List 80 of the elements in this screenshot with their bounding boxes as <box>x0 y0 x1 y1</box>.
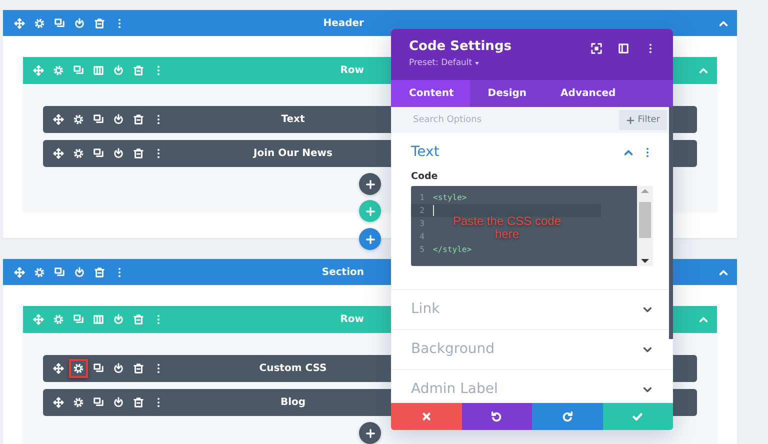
trash-icon[interactable] <box>133 363 144 374</box>
group-title[interactable]: Text <box>411 144 623 161</box>
copy-icon[interactable] <box>93 397 104 408</box>
power-icon[interactable] <box>74 266 85 278</box>
tab[interactable]: Content <box>391 80 470 107</box>
settings-icon[interactable] <box>73 363 84 374</box>
trash-icon[interactable] <box>94 18 105 28</box>
row-title: Row <box>340 65 364 76</box>
settings-icon[interactable] <box>34 18 45 28</box>
copy-icon[interactable] <box>93 148 104 159</box>
line-number: 2 <box>418 206 426 215</box>
move-icon[interactable] <box>53 363 64 374</box>
settings-icon[interactable] <box>73 148 84 159</box>
row-title: Row <box>340 314 364 325</box>
settings-icon[interactable] <box>34 266 45 278</box>
check-icon[interactable] <box>632 411 644 422</box>
columns-icon[interactable] <box>93 65 104 76</box>
panel-icon[interactable] <box>618 43 629 54</box>
field-label: Code <box>411 171 439 182</box>
power-icon[interactable] <box>74 18 85 28</box>
move-icon[interactable] <box>53 397 64 408</box>
filter-button[interactable]: Filter <box>618 110 667 130</box>
line-number: 5 <box>418 245 426 254</box>
move-icon[interactable] <box>53 114 64 125</box>
move-icon[interactable] <box>14 266 25 278</box>
trash-icon[interactable] <box>94 266 105 278</box>
tab[interactable]: Advanced <box>542 80 632 107</box>
copy-icon[interactable] <box>93 114 104 125</box>
module-title: Text <box>281 114 305 125</box>
group-title[interactable]: Link <box>411 301 642 318</box>
copy-icon[interactable] <box>93 363 104 374</box>
preset-dropdown[interactable]: Preset: Default <box>409 58 591 68</box>
add-section-button[interactable] <box>359 228 381 250</box>
power-icon[interactable] <box>113 363 124 374</box>
settings-icon[interactable] <box>73 114 84 125</box>
module-title: Blog <box>280 397 306 408</box>
add-module-button[interactable] <box>359 173 381 195</box>
power-icon[interactable] <box>113 397 124 408</box>
module-title: Custom CSS <box>259 363 327 374</box>
settings-icon[interactable] <box>73 397 84 408</box>
close-icon[interactable] <box>420 411 432 422</box>
chevron-up-icon[interactable] <box>698 314 709 325</box>
line-number: 3 <box>418 219 426 228</box>
scrollbar[interactable] <box>637 186 653 266</box>
tab[interactable]: Design <box>470 80 543 107</box>
chevron-up-icon[interactable] <box>623 147 634 158</box>
move-icon[interactable] <box>53 148 64 159</box>
module-title: Join Our News <box>254 148 332 159</box>
expand-icon[interactable] <box>591 43 602 54</box>
trash-icon[interactable] <box>133 114 144 125</box>
plus-icon[interactable] <box>626 116 635 124</box>
redo-icon[interactable] <box>562 411 573 422</box>
code-editor[interactable]: 1 <style> 2 Paste the CSS code here 3 4 5 </style> <box>411 186 653 266</box>
add-module-button[interactable] <box>359 422 381 444</box>
undo-button[interactable] <box>462 403 532 430</box>
chevron-up-icon[interactable] <box>698 65 709 76</box>
code-line: </style> <box>433 244 473 256</box>
group-title[interactable]: Admin Label <box>411 381 642 398</box>
line-number: 1 <box>418 193 426 202</box>
power-icon[interactable] <box>113 148 124 159</box>
copy-icon[interactable] <box>54 266 65 278</box>
section-title: Section <box>322 266 364 278</box>
redo-button[interactable] <box>532 403 602 430</box>
add-row-button[interactable] <box>359 200 381 222</box>
annotation-text: Paste the CSS code here <box>452 215 562 241</box>
copy-icon[interactable] <box>54 18 65 28</box>
undo-icon[interactable] <box>491 411 502 422</box>
columns-icon[interactable] <box>93 314 104 325</box>
scrollbar[interactable] <box>669 107 673 339</box>
move-icon[interactable] <box>14 18 25 28</box>
power-icon[interactable] <box>113 114 124 125</box>
modal-title: Code Settings <box>409 39 512 54</box>
trash-icon[interactable] <box>133 397 144 408</box>
trash-icon[interactable] <box>133 148 144 159</box>
section-title: Header <box>323 18 364 28</box>
group-title[interactable]: Background <box>411 341 642 358</box>
code-line: <style> <box>433 192 468 204</box>
search-field[interactable]: Search Options <box>411 114 619 126</box>
text-cursor <box>433 205 434 216</box>
line-number: 4 <box>418 232 426 241</box>
